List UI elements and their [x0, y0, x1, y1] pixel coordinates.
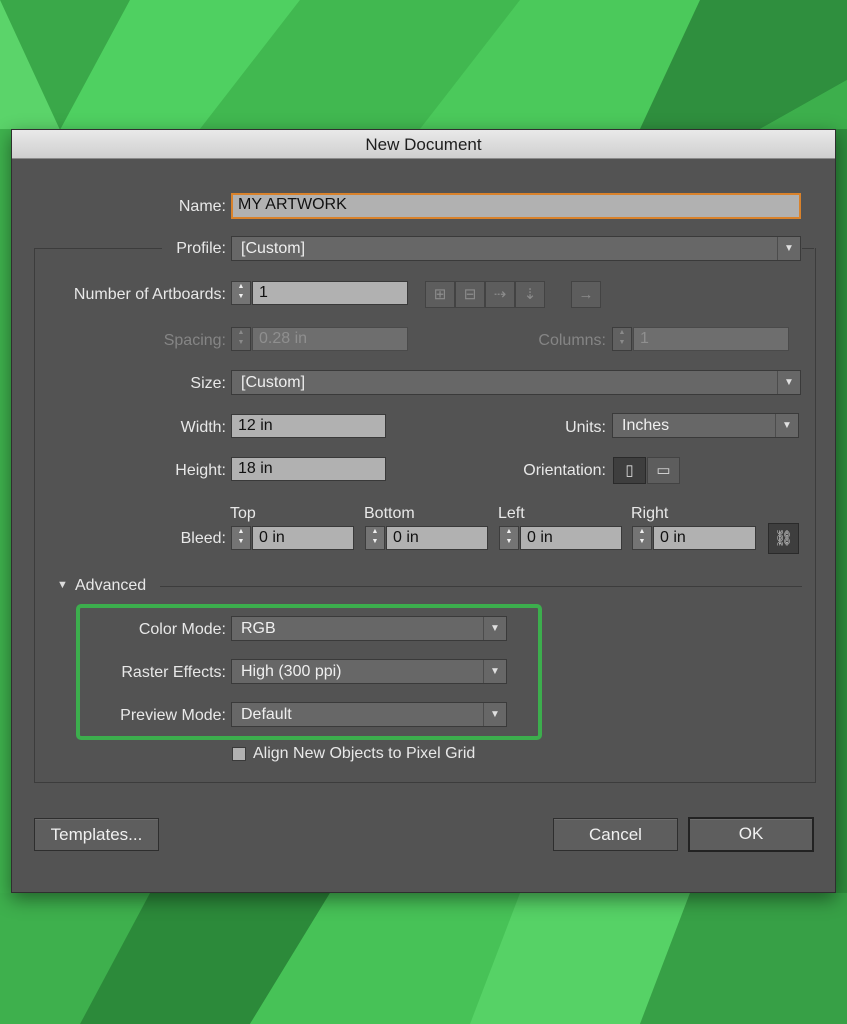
height-input[interactable]: 18 in — [231, 457, 386, 481]
align-pixel-grid-label[interactable]: Align New Objects to Pixel Grid — [253, 745, 475, 763]
size-label: Size: — [190, 375, 226, 392]
grid-by-row-icon[interactable]: ⊞ — [425, 281, 455, 308]
width-label: Width: — [180, 419, 226, 436]
link-icon[interactable]: ⛓ — [768, 523, 799, 554]
bleed-bottom-input[interactable]: 0 in — [386, 526, 488, 550]
bleed-left-input[interactable]: 0 in — [520, 526, 622, 550]
spacing-input[interactable]: 0.28 in — [252, 327, 408, 351]
artboards-input[interactable]: 1 — [252, 281, 408, 305]
templates-button[interactable]: Templates... — [34, 818, 159, 851]
grid-by-column-icon[interactable]: ⊟ — [455, 281, 485, 308]
advanced-label[interactable]: Advanced — [75, 577, 146, 595]
profile-select-value: [Custom] — [241, 240, 306, 257]
name-label: Name: — [178, 198, 226, 215]
profile-label: Profile: — [176, 240, 226, 257]
height-label: Height: — [175, 462, 226, 479]
disclosure-triangle-icon[interactable]: ▼ — [57, 579, 68, 591]
group-top-line-right — [802, 248, 814, 249]
ok-button[interactable]: OK — [688, 817, 814, 852]
cancel-button[interactable]: Cancel — [553, 818, 678, 851]
arrange-by-column-icon[interactable]: ⇣ — [515, 281, 545, 308]
chevron-down-icon: ▼ — [483, 617, 506, 640]
chevron-down-icon: ▼ — [483, 660, 506, 683]
bleed-left-stepper[interactable]: ▲ ▼ — [499, 526, 519, 550]
align-pixel-grid-checkbox[interactable] — [232, 747, 246, 761]
color-mode-value: RGB — [241, 620, 276, 637]
size-select[interactable]: [Custom] ▼ — [231, 370, 801, 395]
artboards-label: Number of Artboards: — [73, 286, 226, 303]
color-mode-select[interactable]: RGB ▼ — [231, 616, 507, 641]
orientation-label: Orientation: — [523, 462, 606, 479]
advanced-divider — [160, 586, 802, 587]
bleed-label: Bleed: — [180, 530, 226, 547]
bleed-left-label: Left — [498, 505, 525, 522]
columns-input[interactable]: 1 — [633, 327, 789, 351]
width-input[interactable]: 12 in — [231, 414, 386, 438]
preview-mode-label: Preview Mode: — [120, 707, 226, 724]
units-select-value: Inches — [622, 417, 670, 434]
portrait-orientation-icon[interactable]: ▯ — [613, 457, 646, 484]
new-document-dialog: New Document Name: MY ARTWORK Profile: [… — [11, 129, 836, 893]
bleed-right-label: Right — [631, 505, 669, 522]
artboards-stepper[interactable]: ▲ ▼ — [231, 281, 251, 305]
bleed-top-label: Top — [230, 505, 256, 522]
spacing-stepper[interactable]: ▲ ▼ — [231, 327, 251, 351]
raster-effects-label: Raster Effects: — [121, 664, 226, 681]
bleed-top-stepper[interactable]: ▲ ▼ — [231, 526, 251, 550]
arrange-by-row-icon[interactable]: ⇢ — [485, 281, 515, 308]
change-to-right-to-left-icon[interactable]: → — [571, 281, 601, 308]
columns-label: Columns: — [538, 332, 606, 349]
chevron-down-icon: ▼ — [775, 414, 798, 437]
dialog-title: New Document — [12, 130, 835, 159]
size-select-value: [Custom] — [241, 374, 306, 391]
units-select[interactable]: Inches ▼ — [612, 413, 799, 438]
columns-stepper[interactable]: ▲ ▼ — [612, 327, 632, 351]
bleed-right-input[interactable]: 0 in — [653, 526, 756, 550]
bleed-right-stepper[interactable]: ▲ ▼ — [632, 526, 652, 550]
chevron-down-icon: ▼ — [483, 703, 506, 726]
spacing-label: Spacing: — [163, 332, 226, 349]
chevron-down-icon: ▼ — [777, 371, 800, 394]
chevron-down-icon: ▼ — [777, 237, 800, 260]
bleed-bottom-label: Bottom — [364, 505, 415, 522]
color-mode-label: Color Mode: — [138, 621, 226, 638]
bleed-top-input[interactable]: 0 in — [252, 526, 354, 550]
bleed-bottom-stepper[interactable]: ▲ ▼ — [365, 526, 385, 550]
preview-mode-value: Default — [241, 706, 292, 723]
preview-mode-select[interactable]: Default ▼ — [231, 702, 507, 727]
name-input[interactable]: MY ARTWORK — [231, 193, 801, 219]
units-label: Units: — [565, 419, 606, 436]
raster-effects-value: High (300 ppi) — [241, 663, 342, 680]
raster-effects-select[interactable]: High (300 ppi) ▼ — [231, 659, 507, 684]
profile-select[interactable]: [Custom] ▼ — [231, 236, 801, 261]
landscape-orientation-icon[interactable]: ▭ — [647, 457, 680, 484]
